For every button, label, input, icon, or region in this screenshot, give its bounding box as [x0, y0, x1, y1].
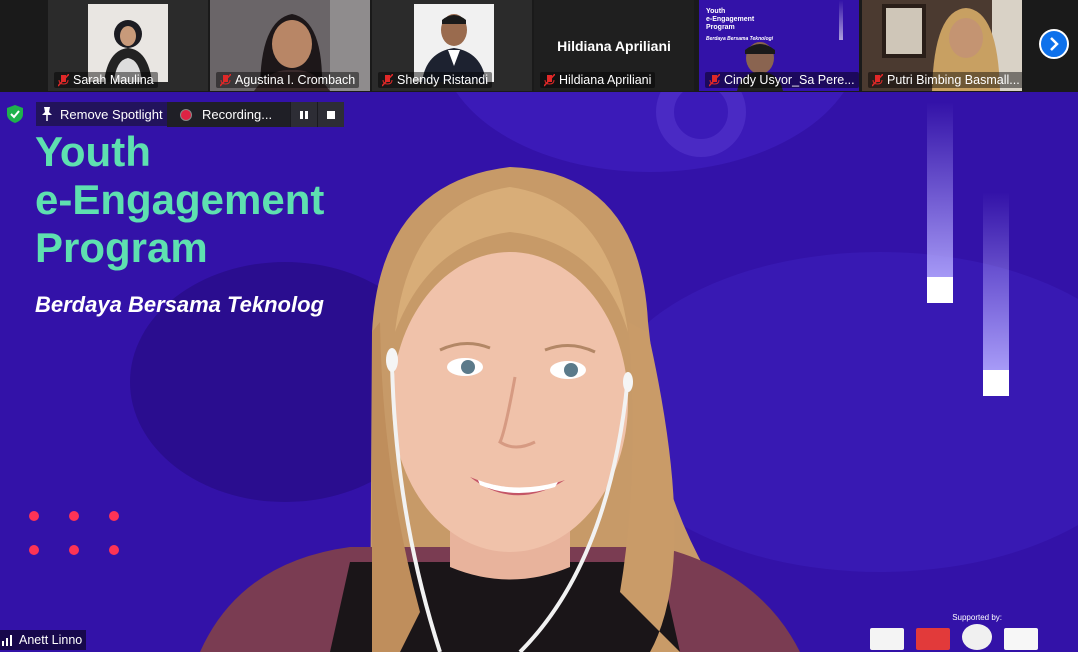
- participant-name: Cindy Usyor_Sa Pere...: [724, 73, 855, 87]
- participant-tile[interactable]: Shendy Ristandi: [372, 0, 532, 91]
- participant-tile[interactable]: Sarah Maulina: [48, 0, 208, 91]
- recording-dot-icon: [180, 108, 192, 121]
- participant-tile[interactable]: Agustina I. Crombach: [210, 0, 370, 91]
- supported-by-label: Supported by:: [952, 613, 1002, 622]
- remove-spotlight-label: Remove Spotlight: [60, 106, 163, 122]
- signal-strength-icon: [2, 634, 12, 646]
- oecd-logo: [870, 628, 904, 650]
- participant-name: Putri Bimbing Basmall...: [887, 73, 1020, 87]
- sponsor-logos: [870, 624, 1038, 650]
- spotlight-video: Youth e-Engagement Program Berdaya Bersa…: [0, 92, 1078, 652]
- participant-strip: Sarah Maulina Agustina I. Crombach Shend…: [0, 0, 1078, 92]
- mic-muted-icon: [872, 73, 883, 87]
- sponsor-logo: [916, 628, 950, 650]
- sponsor-logo: [1004, 628, 1038, 650]
- mic-muted-icon: [709, 73, 720, 87]
- mic-muted-icon: [382, 73, 393, 87]
- recording-label: Recording...: [202, 107, 273, 122]
- active-speaker-name: Anett Linno: [19, 633, 83, 647]
- chevron-right-icon: [1050, 37, 1059, 51]
- participant-name-label: Cindy Usyor_Sa Pere...: [705, 72, 859, 88]
- participant-video: [414, 4, 494, 82]
- participant-video: [88, 4, 168, 82]
- stop-recording-button[interactable]: [317, 102, 344, 127]
- mic-muted-icon: [58, 73, 69, 87]
- participant-name: Shendy Ristandi: [397, 73, 489, 87]
- participant-display-name: Hildiana Apriliani: [557, 38, 671, 54]
- participant-name: Sarah Maulina: [73, 73, 154, 87]
- participant-name: Hildiana Apriliani: [559, 73, 652, 87]
- pause-icon: [300, 110, 308, 119]
- participant-name-label: Putri Bimbing Basmall...: [868, 72, 1022, 88]
- pause-recording-button[interactable]: [290, 102, 317, 127]
- security-shield-icon[interactable]: [5, 104, 25, 124]
- participant-name-label: Shendy Ristandi: [378, 72, 493, 88]
- participant-name-label: Agustina I. Crombach: [216, 72, 360, 88]
- speaker-video: [200, 167, 800, 652]
- participant-name: Agustina I. Crombach: [235, 73, 356, 87]
- active-speaker-label: Anett Linno: [0, 630, 87, 650]
- recording-indicator: Recording...: [167, 102, 344, 127]
- participant-name-label: Sarah Maulina: [54, 72, 158, 88]
- participant-name-label: Hildiana Apriliani: [540, 72, 656, 88]
- participant-tile[interactable]: Youth e-Engagement Program Berdaya Bersa…: [699, 0, 859, 91]
- pin-icon: [42, 107, 52, 121]
- government-seal-logo: [962, 624, 992, 650]
- stop-icon: [327, 110, 335, 119]
- next-page-button[interactable]: [1039, 29, 1069, 59]
- participant-tile[interactable]: Putri Bimbing Basmall...: [862, 0, 1022, 91]
- remove-spotlight-button[interactable]: Remove Spotlight: [36, 102, 169, 126]
- mic-muted-icon: [220, 73, 231, 87]
- mic-muted-icon: [544, 73, 555, 87]
- participant-tile[interactable]: Hildiana Apriliani Hildiana Apriliani: [534, 0, 694, 91]
